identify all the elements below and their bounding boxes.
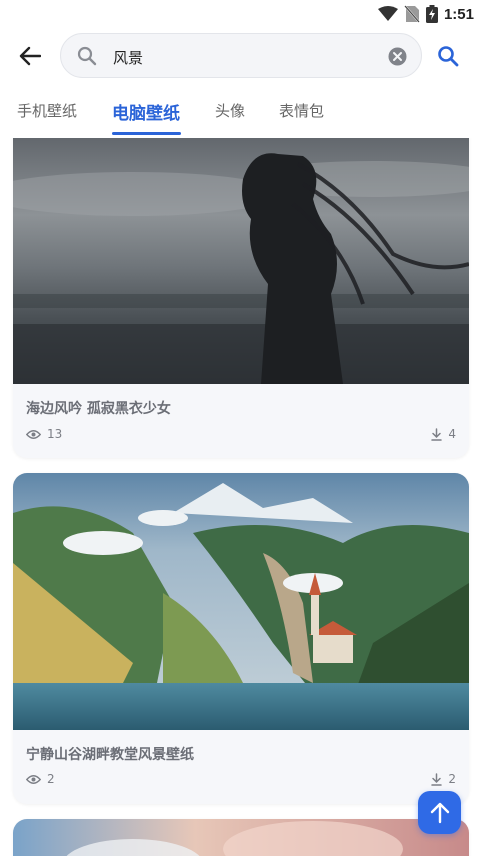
tab-indicator [112, 132, 181, 135]
search-icon [438, 46, 459, 67]
wifi-icon [377, 6, 398, 21]
download-count-value: 2 [448, 772, 456, 786]
wallpaper-thumbnail[interactable] [13, 819, 469, 856]
search-button[interactable] [430, 38, 466, 74]
search-icon [77, 46, 97, 66]
status-bar: 1:51 [0, 0, 482, 28]
arrow-up-icon [430, 802, 449, 823]
wallpaper-stats: 2 2 [26, 772, 456, 788]
tab-stickers[interactable]: 表情包 [279, 100, 324, 121]
search-input[interactable]: 风景 [60, 33, 422, 78]
no-sim-icon [404, 5, 420, 23]
tab-avatar[interactable]: 头像 [215, 100, 245, 121]
scroll-to-top-button[interactable] [418, 791, 461, 834]
wallpaper-thumbnail[interactable] [13, 473, 469, 730]
eye-icon [26, 429, 41, 439]
wallpaper-stats: 13 4 [26, 427, 456, 443]
status-time: 1:51 [443, 5, 474, 23]
wallpaper-title: 宁静山谷湖畔教堂风景壁纸 [26, 747, 194, 763]
download-count: 4 [431, 427, 456, 441]
download-icon [431, 772, 443, 786]
download-count: 2 [431, 772, 456, 786]
status-icons: 1:51 [377, 4, 474, 24]
wallpaper-thumbnail[interactable] [13, 138, 469, 384]
battery-charging-icon [425, 5, 438, 23]
wallpaper-title: 海边风吟 孤寂黑衣少女 [26, 401, 171, 417]
view-count: 2 [26, 772, 55, 786]
clear-icon[interactable] [388, 47, 407, 66]
tab-phone-wallpaper[interactable]: 手机壁纸 [17, 100, 77, 121]
tab-pc-wallpaper[interactable]: 电脑壁纸 [112, 99, 180, 124]
search-query: 风景 [113, 49, 144, 67]
top-bar: 风景 [0, 33, 482, 79]
eye-icon [26, 774, 41, 784]
wallpaper-card[interactable]: 海边风吟 孤寂黑衣少女 13 4 [13, 138, 469, 458]
wallpaper-card[interactable]: 宁静山谷湖畔教堂风景壁纸 2 2 [13, 473, 469, 804]
download-count-value: 4 [448, 427, 456, 441]
wallpaper-feed[interactable]: 海边风吟 孤寂黑衣少女 13 4 宁静山谷湖畔教堂风景壁纸 2 2 [0, 138, 482, 856]
view-count-value: 2 [47, 772, 55, 786]
view-count: 13 [26, 427, 62, 441]
category-tabs: 手机壁纸 电脑壁纸 头像 表情包 [0, 96, 482, 138]
back-arrow-icon [19, 46, 41, 66]
wallpaper-card[interactable] [13, 819, 469, 856]
download-icon [431, 427, 443, 441]
back-button[interactable] [12, 38, 48, 74]
view-count-value: 13 [47, 427, 63, 441]
